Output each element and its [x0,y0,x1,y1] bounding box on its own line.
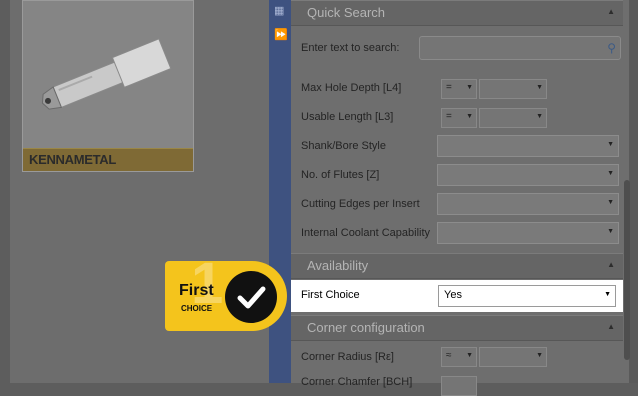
value-input-max-hole-depth[interactable]: ▼ [479,79,547,99]
value-input-usable-length[interactable]: ▼ [479,108,547,128]
first-choice-label: First Choice [301,289,360,301]
operator-select-usable-length[interactable]: = ▼ [441,108,477,128]
value-input-corner-radius[interactable]: ▼ [479,347,547,367]
window-edge [629,0,638,383]
chevron-down-icon: ▼ [607,199,614,206]
first-choice-select[interactable]: Yes ▼ [438,285,616,307]
chevron-down-icon: ▼ [607,170,614,177]
operator-select-partial[interactable] [441,376,477,396]
filter-label-cutting-edges: Cutting Edges per Insert [301,198,420,210]
collapse-arrow-icon[interactable]: ▲ [607,322,615,331]
chevron-down-icon: ▼ [466,84,473,91]
chevron-down-icon: ▼ [536,352,543,359]
filter-label-usable-length: Usable Length [L3] [301,111,394,123]
operator-select-max-hole-depth[interactable]: = ▼ [441,79,477,99]
chevron-down-icon: ▼ [607,228,614,235]
select-cutting-edges[interactable]: ▼ [437,193,619,215]
brand-logo: KENNAMETAL [29,152,117,167]
scrollbar-thumb[interactable] [624,180,630,360]
filter-label-max-hole-depth: Max Hole Depth [L4] [301,82,402,94]
section-title: Availability [307,258,369,273]
first-choice-row: First Choice Yes ▼ [291,280,623,312]
checkmark-icon [225,271,277,323]
search-input[interactable]: ⚲ [419,36,621,60]
brand-bar: KENNAMETAL [23,148,193,171]
filter-label-shank-bore-style: Shank/Bore Style [301,140,386,152]
filter-label-internal-coolant: Internal Coolant Capability [301,227,431,239]
section-header-corner-configuration[interactable]: Corner configuration ▲ [291,315,623,341]
first-choice-value: Yes [444,289,462,301]
section-title: Quick Search [307,5,386,20]
badge-first-text: First [179,282,214,299]
section-header-quick-search[interactable]: Quick Search ▲ [291,0,623,26]
section-header-availability[interactable]: Availability ▲ [291,253,623,279]
product-card[interactable]: KENNAMETAL [22,0,194,172]
chevron-down-icon: ▼ [466,113,473,120]
badge-choice-text: CHOICE [181,304,213,313]
collapse-arrow-icon[interactable]: ▲ [607,7,615,16]
first-choice-badge: 1 First CHOICE [165,255,287,331]
chevron-down-icon: ▼ [607,141,614,148]
collapse-arrow-icon[interactable]: ▲ [607,260,615,269]
select-flutes[interactable]: ▼ [437,164,619,186]
filter-label-corner-radius: Corner Radius [Rε] [301,351,394,363]
chevron-down-icon: ▼ [536,113,543,120]
select-shank-bore-style[interactable]: ▼ [437,135,619,157]
select-internal-coolant[interactable]: ▼ [437,222,619,244]
chevron-down-icon: ▼ [466,352,473,359]
search-icon[interactable]: ⚲ [607,41,616,55]
double-chevron-right-icon[interactable]: ⏩ [274,28,288,41]
drill-image [41,38,172,110]
filter-label-partial: Corner Chamfer [BCH] [301,376,413,388]
grid-icon[interactable]: ▦ [274,4,284,17]
operator-select-corner-radius[interactable]: ≈ ▼ [441,347,477,367]
filter-label-flutes: No. of Flutes [Z] [301,169,380,181]
chevron-down-icon: ▼ [536,84,543,91]
section-title: Corner configuration [307,320,425,335]
chevron-down-icon: ▼ [604,291,611,298]
search-label: Enter text to search: [301,42,400,54]
